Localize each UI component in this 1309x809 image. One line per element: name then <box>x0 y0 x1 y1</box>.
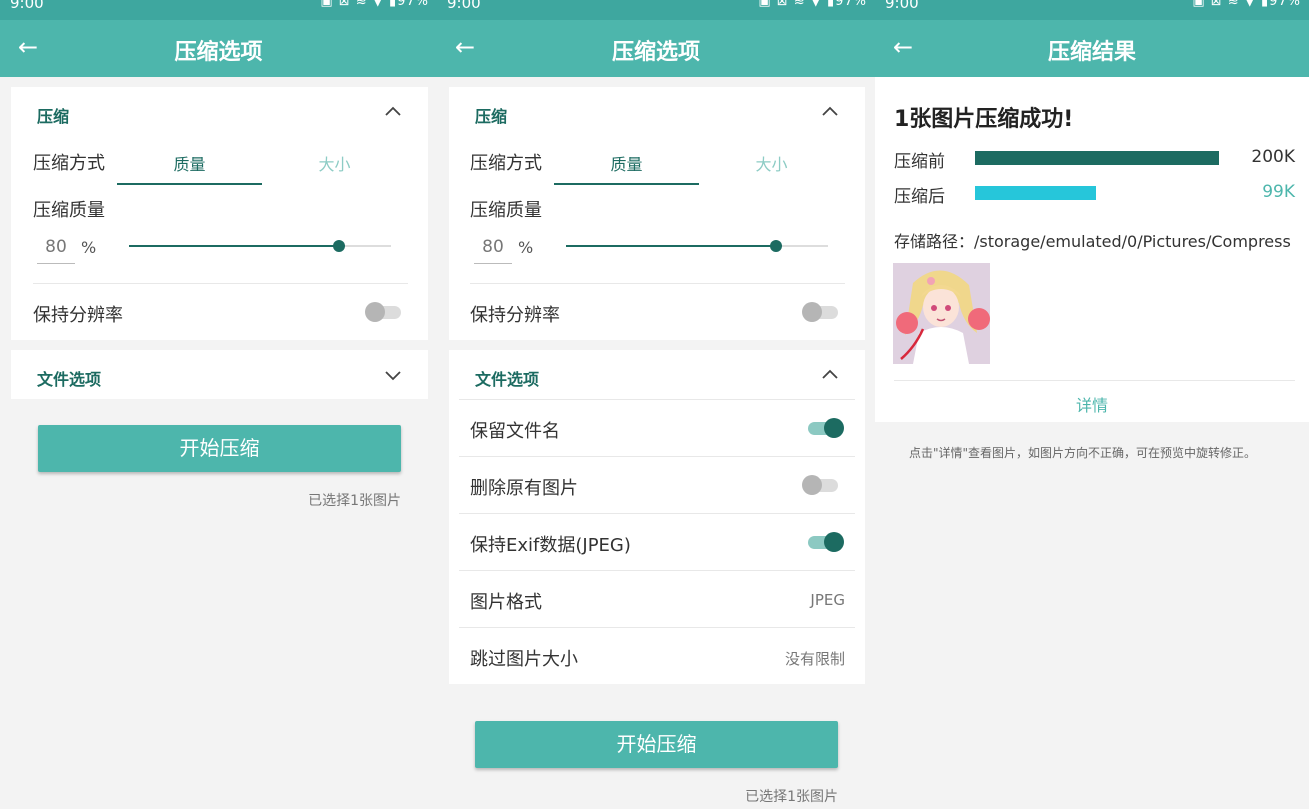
image-format-label: 图片格式 <box>470 592 542 613</box>
compress-quality-label: 压缩质量 <box>470 200 542 221</box>
before-size-value: 200K <box>1251 147 1295 167</box>
app-bar: ← 压缩选项 <box>437 20 875 77</box>
status-bar: 9:00 ▣ ⊠ ≋ ▼ ▮97% <box>0 0 437 20</box>
page-title: 压缩结果 <box>1047 40 1136 65</box>
details-link[interactable]: 详情 <box>875 392 1309 416</box>
keep-resolution-toggle[interactable] <box>365 301 403 323</box>
compress-section-title: 压缩 <box>37 107 70 126</box>
status-bar: 9:00 ▣ ⊠ ≋ ▼ ▮97% <box>437 0 875 20</box>
tab-size[interactable]: 大小 <box>699 151 844 175</box>
status-time: 9:00 <box>885 0 919 12</box>
file-options-card[interactable]: 文件选项 <box>11 350 428 399</box>
tab-quality[interactable]: 质量 <box>554 151 699 175</box>
storage-path: 存储路径：/storage/emulated/0/Pictures/Compre… <box>894 232 1291 251</box>
file-options-title: 文件选项 <box>475 370 540 389</box>
quality-slider[interactable] <box>129 240 391 252</box>
divider <box>459 456 855 457</box>
quality-slider-fill <box>129 245 339 247</box>
compress-method-label: 压缩方式 <box>33 153 105 174</box>
right-screen: 9:00 ▣ ⊠ ≋ ▼ ▮97% ← 压缩结果 1张图片压缩成功! 压缩前 2… <box>875 0 1309 809</box>
after-size-value: 99K <box>1262 182 1295 202</box>
divider <box>894 380 1295 381</box>
result-title: 1张图片压缩成功! <box>894 107 1074 132</box>
percent-sign: % <box>518 238 534 257</box>
after-label: 压缩后 <box>894 187 945 207</box>
selected-count-note: 已选择1张图片 <box>308 493 401 509</box>
after-size-bar <box>975 186 1096 200</box>
compress-card: 压缩 压缩方式 质量 大小 压缩质量 80 % 保持分辨率 <box>449 87 865 340</box>
file-options-card: 文件选项 保留文件名 删除原有图片 保持Exif数据(JPEG) 图片格式 JP… <box>449 350 865 684</box>
keep-exif-toggle[interactable] <box>806 531 844 553</box>
before-label: 压缩前 <box>894 152 945 172</box>
divider <box>459 627 855 628</box>
status-icons: ▣ ⊠ ≋ ▼ ▮97% <box>1192 0 1301 9</box>
start-compress-button[interactable]: 开始压缩 <box>475 721 838 768</box>
skip-size-label: 跳过图片大小 <box>470 649 578 670</box>
status-icons: ▣ ⊠ ≋ ▼ ▮97% <box>320 0 429 9</box>
compress-section-title: 压缩 <box>475 107 508 126</box>
compress-method-label: 压缩方式 <box>470 153 542 174</box>
keep-filename-label: 保留文件名 <box>470 421 560 442</box>
tab-quality-underline <box>117 183 262 185</box>
page-title: 压缩选项 <box>611 40 700 65</box>
chevron-down-icon[interactable] <box>381 363 405 387</box>
hint-text: 点击"详情"查看图片，如图片方向不正确，可在预览中旋转修正。 <box>909 446 1257 460</box>
start-compress-button[interactable]: 开始压缩 <box>38 425 401 472</box>
percent-sign: % <box>81 238 97 257</box>
divider <box>459 513 855 514</box>
keep-resolution-label: 保持分辨率 <box>470 305 560 326</box>
keep-filename-toggle[interactable] <box>806 417 844 439</box>
quality-slider-fill <box>566 245 776 247</box>
middle-screen: 9:00 ▣ ⊠ ≋ ▼ ▮97% ← 压缩选项 压缩 压缩方式 质量 大小 压… <box>437 0 875 809</box>
left-screen: 9:00 ▣ ⊠ ≋ ▼ ▮97% ← 压缩选项 压缩 压缩方式 质量 大小 压… <box>0 0 437 809</box>
skip-size-value[interactable]: 没有限制 <box>785 648 845 669</box>
chevron-up-icon[interactable] <box>818 100 842 124</box>
keep-resolution-label: 保持分辨率 <box>33 305 123 326</box>
status-time: 9:00 <box>447 0 481 12</box>
before-size-bar <box>975 151 1219 165</box>
page-title: 压缩选项 <box>174 40 263 65</box>
keep-resolution-toggle[interactable] <box>802 301 840 323</box>
file-options-title: 文件选项 <box>37 370 102 389</box>
status-icons: ▣ ⊠ ≋ ▼ ▮97% <box>758 0 867 9</box>
divider <box>459 399 855 400</box>
quality-slider[interactable] <box>566 240 828 252</box>
divider <box>33 283 408 284</box>
tab-quality[interactable]: 质量 <box>117 151 262 175</box>
app-bar: ← 压缩选项 <box>0 20 437 77</box>
compress-card: 压缩 压缩方式 质量 大小 压缩质量 80 % 保持分辨率 <box>11 87 428 340</box>
compress-quality-label: 压缩质量 <box>33 200 105 221</box>
tab-quality-underline <box>554 183 699 185</box>
result-card: 1张图片压缩成功! 压缩前 200K 压缩后 99K 存储路径：/storage… <box>875 77 1309 422</box>
divider <box>459 570 855 571</box>
image-thumbnail-art <box>893 263 990 364</box>
chevron-up-icon[interactable] <box>381 100 405 124</box>
image-thumbnail[interactable] <box>893 263 990 364</box>
quality-input[interactable]: 80 <box>474 237 512 264</box>
selected-count-note: 已选择1张图片 <box>745 789 838 805</box>
status-bar: 9:00 ▣ ⊠ ≋ ▼ ▮97% <box>875 0 1309 20</box>
app-bar: ← 压缩结果 <box>875 20 1309 77</box>
quality-input[interactable]: 80 <box>37 237 75 264</box>
divider <box>470 283 845 284</box>
tab-size[interactable]: 大小 <box>262 151 407 175</box>
delete-original-label: 删除原有图片 <box>470 478 578 499</box>
delete-original-toggle[interactable] <box>802 474 840 496</box>
chevron-up-icon[interactable] <box>818 363 842 387</box>
quality-slider-thumb[interactable] <box>332 240 345 252</box>
keep-exif-label: 保持Exif数据(JPEG) <box>470 535 631 556</box>
status-time: 9:00 <box>10 0 44 12</box>
image-format-value[interactable]: JPEG <box>810 591 845 609</box>
quality-slider-thumb[interactable] <box>769 240 782 252</box>
